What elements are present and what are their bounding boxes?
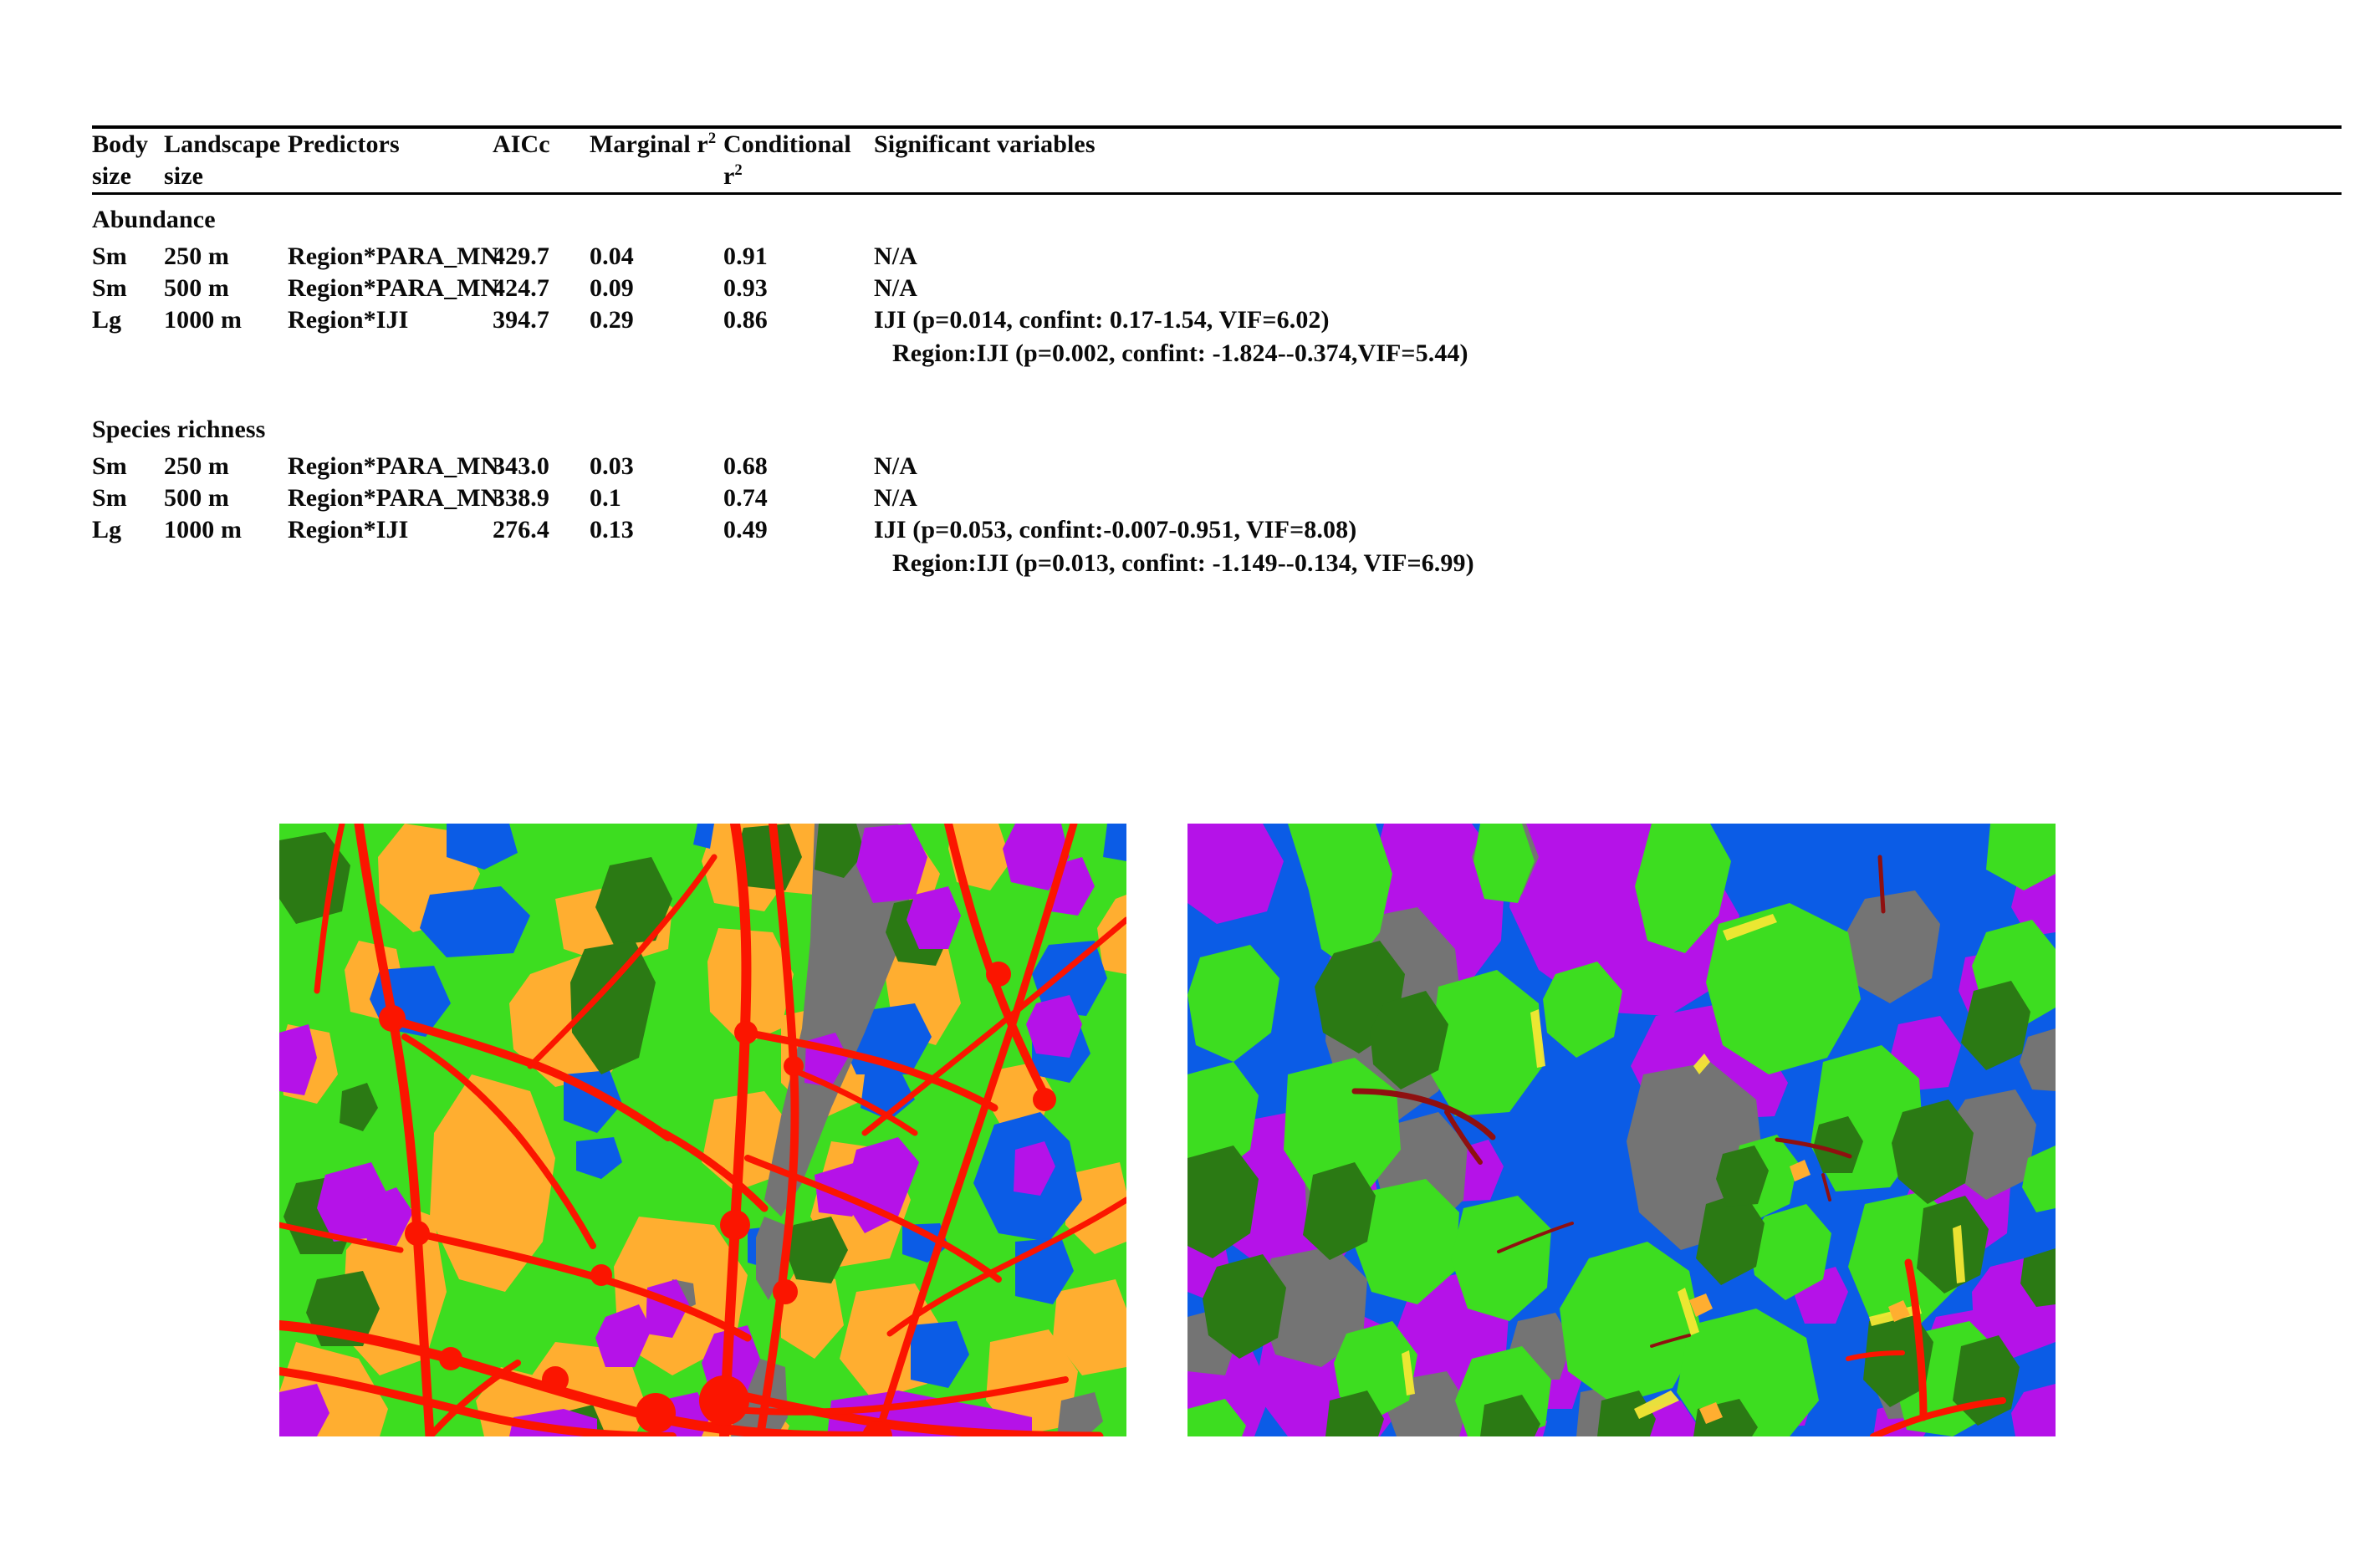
header-superscript: 2 xyxy=(707,130,717,147)
column-header-landscape-size: Landscape size xyxy=(164,127,288,194)
cell-predictors: Region*PARA_MN xyxy=(288,242,499,270)
cell-aicc: 429.7 xyxy=(493,242,549,270)
cell-significant-variables: N/A xyxy=(874,242,917,270)
cell-aicc: 394.7 xyxy=(493,306,549,334)
header-text: Marginal r xyxy=(590,130,708,158)
column-header-significant-variables: Significant variables xyxy=(874,130,1096,158)
table-row-continuation: Region:IJI (p=0.002, confint: -1.824--0.… xyxy=(92,336,2342,378)
cell-predictors: Region*IJI xyxy=(288,516,409,543)
section-header-row: Abundance xyxy=(92,194,2342,242)
table-header: Body size Landscape size Predictors AICc… xyxy=(92,127,2342,194)
cell-body-size: Sm xyxy=(92,242,127,270)
cell-marginal-r2: 0.09 xyxy=(590,274,634,302)
cell-predictors: Region*PARA_MN xyxy=(288,452,499,480)
header-superscript: 2 xyxy=(734,161,743,179)
table-row-continuation: Region:IJI (p=0.013, confint: -1.149--0.… xyxy=(92,546,2342,588)
cell-marginal-r2: 0.13 xyxy=(590,516,634,543)
cell-significant-variables: IJI (p=0.053, confint:-0.007-0.951, VIF=… xyxy=(874,516,1357,543)
cell-significant-variables-line2: Region:IJI (p=0.002, confint: -1.824--0.… xyxy=(874,336,2342,378)
column-header-aicc: AICc xyxy=(493,130,550,158)
header-line-2: size xyxy=(92,162,132,190)
table-row: Sm 500 m Region*PARA_MN 338.9 0.1 0.74 N… xyxy=(92,482,2342,514)
header-text: Conditional r xyxy=(723,130,851,190)
cell-aicc: 343.0 xyxy=(493,452,549,480)
column-header-body-size: Body size xyxy=(92,127,164,194)
cell-predictors: Region*PARA_MN xyxy=(288,274,499,302)
table-row: Sm 250 m Region*PARA_MN 343.0 0.03 0.68 … xyxy=(92,451,2342,482)
results-table-container: Body size Landscape size Predictors AICc… xyxy=(92,125,2342,588)
cell-conditional-r2: 0.49 xyxy=(723,516,768,543)
cell-landscape-size: 250 m xyxy=(164,452,229,480)
land-cover-map-agricultural-region xyxy=(279,824,1126,1436)
cell-aicc: 276.4 xyxy=(493,516,549,543)
cell-landscape-size: 1000 m xyxy=(164,306,243,334)
cell-conditional-r2: 0.86 xyxy=(723,306,768,334)
cell-landscape-size: 1000 m xyxy=(164,516,243,543)
cell-body-size: Sm xyxy=(92,484,127,512)
cell-significant-variables: IJI (p=0.014, confint: 0.17-1.54, VIF=6.… xyxy=(874,306,1330,334)
column-header-marginal-r2: Marginal r2 xyxy=(590,127,723,194)
cell-significant-variables: N/A xyxy=(874,274,917,302)
significant-variable-interaction: Region:IJI (p=0.002, confint: -1.824--0.… xyxy=(892,339,1468,367)
land-cover-raster-left xyxy=(279,824,1126,1436)
cell-conditional-r2: 0.93 xyxy=(723,274,768,302)
table-row: Lg 1000 m Region*IJI 394.7 0.29 0.86 IJI… xyxy=(92,304,2342,336)
table-body: Abundance Sm 250 m Region*PARA_MN 429.7 … xyxy=(92,194,2342,589)
cell-marginal-r2: 0.04 xyxy=(590,242,634,270)
cell-significant-variables: N/A xyxy=(874,484,917,512)
cell-conditional-r2: 0.68 xyxy=(723,452,768,480)
section-header-row: Species richness xyxy=(92,405,2342,451)
land-cover-map-lake-region xyxy=(1187,824,2056,1436)
cell-body-size: Lg xyxy=(92,516,122,543)
header-row: Body size Landscape size Predictors AICc… xyxy=(92,127,2342,194)
table-row: Lg 1000 m Region*IJI 276.4 0.13 0.49 IJI… xyxy=(92,514,2342,546)
cell-marginal-r2: 0.03 xyxy=(590,452,634,480)
cell-landscape-size: 500 m xyxy=(164,484,229,512)
cell-body-size: Lg xyxy=(92,306,122,334)
cell-body-size: Sm xyxy=(92,452,127,480)
cell-significant-variables: N/A xyxy=(874,452,917,480)
cell-conditional-r2: 0.91 xyxy=(723,242,768,270)
cell-body-size: Sm xyxy=(92,274,127,302)
model-selection-table: Body size Landscape size Predictors AICc… xyxy=(92,125,2342,588)
cell-predictors: Region*IJI xyxy=(288,306,409,334)
significant-variable-interaction: Region:IJI (p=0.013, confint: -1.149--0.… xyxy=(892,549,1474,577)
cell-aicc: 424.7 xyxy=(493,274,549,302)
cell-aicc: 338.9 xyxy=(493,484,549,512)
section-spacer xyxy=(92,378,2342,405)
cell-landscape-size: 250 m xyxy=(164,242,229,270)
cell-landscape-size: 500 m xyxy=(164,274,229,302)
column-header-conditional-r2: Conditional r2 xyxy=(723,127,874,194)
section-title-abundance: Abundance xyxy=(92,206,216,233)
column-header-predictors: Predictors xyxy=(288,130,400,158)
cell-marginal-r2: 0.29 xyxy=(590,306,634,334)
table-row: Sm 500 m Region*PARA_MN 424.7 0.09 0.93 … xyxy=(92,273,2342,304)
cell-marginal-r2: 0.1 xyxy=(590,484,621,512)
header-line-1: Body xyxy=(92,130,149,158)
section-title-species-richness: Species richness xyxy=(92,416,266,443)
header-line-1: Landscape xyxy=(164,130,281,158)
cell-conditional-r2: 0.74 xyxy=(723,484,768,512)
table-row: Sm 250 m Region*PARA_MN 429.7 0.04 0.91 … xyxy=(92,241,2342,273)
land-cover-raster-right xyxy=(1187,824,2056,1436)
header-line-2: size xyxy=(164,162,204,190)
cell-significant-variables-line2: Region:IJI (p=0.013, confint: -1.149--0.… xyxy=(874,546,2342,588)
cell-predictors: Region*PARA_MN xyxy=(288,484,499,512)
